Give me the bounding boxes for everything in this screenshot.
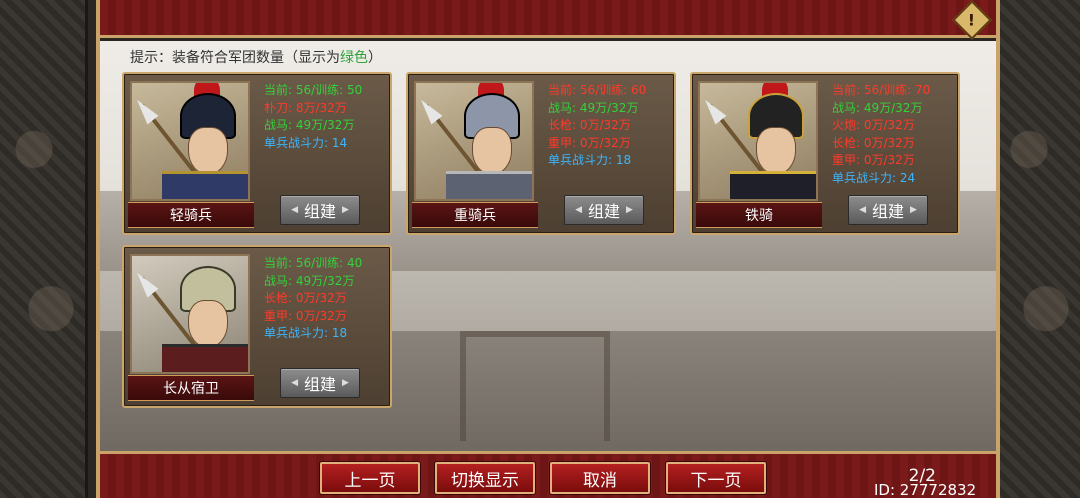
unit-name: 铁骑: [696, 202, 822, 228]
stat-line: 长枪: 0万/32万: [548, 118, 631, 132]
iron-cavalry-portrait: [698, 81, 818, 201]
stat-line: 战马: 49万/32万: [264, 118, 355, 132]
arrow-right-icon: ▶: [626, 205, 633, 215]
dialog-top-bar: !: [100, 0, 996, 40]
unit-stats: 当前: 56/训练: 70 战马: 49万/32万 火炮: 0万/32万 长枪:…: [832, 82, 930, 187]
prev-page-button[interactable]: 上一页: [320, 462, 420, 494]
unit-stats: 当前: 56/训练: 60 战马: 49万/32万 长枪: 0万/32万 重甲:…: [548, 82, 646, 170]
unit-card-heavy-cavalry: 重骑兵 当前: 56/训练: 60 战马: 49万/32万 长枪: 0万/32万…: [406, 72, 676, 235]
stat-line: 朴刀: 8万/32万: [264, 100, 347, 115]
build-button[interactable]: ◀ 组建 ▶: [848, 195, 928, 225]
exclamation-icon: !: [968, 10, 976, 30]
stat-line: 火炮: 0万/32万: [832, 118, 915, 132]
light-cavalry-portrait: [130, 81, 250, 201]
background-gate: [460, 331, 610, 441]
stat-line: 重甲: 0万/32万: [548, 135, 631, 150]
arrow-left-icon: ◀: [291, 378, 298, 388]
build-button[interactable]: ◀ 组建 ▶: [564, 195, 644, 225]
heavy-cavalry-portrait: [414, 81, 534, 201]
arrow-left-icon: ◀: [291, 205, 298, 215]
cancel-button[interactable]: 取消: [550, 462, 650, 494]
unit-name: 轻骑兵: [128, 202, 254, 228]
build-button[interactable]: ◀ 组建 ▶: [280, 368, 360, 398]
unit-card-iron-cavalry: 铁骑 当前: 56/训练: 70 战马: 49万/32万 火炮: 0万/32万 …: [690, 72, 960, 235]
build-button[interactable]: ◀ 组建 ▶: [280, 195, 360, 225]
alert-button[interactable]: !: [952, 0, 992, 40]
arrow-left-icon: ◀: [575, 205, 582, 215]
toggle-display-button[interactable]: 切换显示: [435, 462, 535, 494]
unit-stats: 当前: 56/训练: 40 战马: 49万/32万 长枪: 0万/32万 重甲:…: [264, 255, 362, 343]
dialog-content: 提示：装备符合军团数量（显示为绿色） 轻骑兵 当前: 56/训练: 50 朴刀:…: [100, 41, 996, 451]
unit-card-light-cavalry: 轻骑兵 当前: 56/训练: 50 朴刀: 8万/32万 战马: 49万/32万…: [122, 72, 392, 235]
unit-card-guard: 长从宿卫 当前: 56/训练: 40 战马: 49万/32万 长枪: 0万/32…: [122, 245, 392, 408]
stat-line: 长枪: 0万/32万: [264, 291, 347, 305]
stat-line: 当前: 56/训练: 50: [264, 83, 363, 97]
unit-name: 长从宿卫: [128, 375, 254, 401]
left-ornament-panel: [0, 0, 88, 498]
equipment-hint: 提示：装备符合军团数量（显示为绿色）: [130, 50, 382, 66]
stat-line: 战马: 49万/32万: [548, 100, 639, 115]
stat-line: 当前: 56/训练: 40: [264, 256, 363, 270]
user-id: ID: 27772832: [874, 481, 977, 498]
arrow-left-icon: ◀: [859, 205, 866, 215]
stat-line: 单兵战斗力: 18: [548, 153, 632, 167]
stat-line: 重甲: 0万/32万: [832, 153, 915, 167]
stat-line: 单兵战斗力: 14: [264, 135, 348, 150]
stat-line: 单兵战斗力: 24: [832, 170, 916, 185]
dialog-bottom-bar: 上一页 切换显示 取消 下一页 2/2: [100, 451, 996, 498]
stat-line: 长枪: 0万/32万: [832, 135, 915, 150]
arrow-right-icon: ▶: [910, 205, 917, 215]
stat-line: 战马: 49万/32万: [264, 273, 355, 288]
stat-line: 战马: 49万/32万: [832, 100, 923, 115]
next-page-button[interactable]: 下一页: [666, 462, 766, 494]
stat-line: 单兵战斗力: 18: [264, 326, 348, 340]
arrow-right-icon: ▶: [342, 205, 349, 215]
stat-line: 当前: 56/训练: 70: [832, 83, 931, 97]
stat-line: 重甲: 0万/32万: [264, 308, 347, 323]
stat-line: 当前: 56/训练: 60: [548, 83, 647, 97]
unit-name: 重骑兵: [412, 202, 538, 228]
right-ornament-panel: [992, 0, 1080, 498]
army-dialog: ! 提示：装备符合军团数量（显示为绿色） 轻骑兵 当前: 56/训练: 50 朴…: [96, 0, 1000, 498]
guard-portrait: [130, 254, 250, 374]
arrow-right-icon: ▶: [342, 378, 349, 388]
unit-stats: 当前: 56/训练: 50 朴刀: 8万/32万 战马: 49万/32万 单兵战…: [264, 82, 362, 152]
